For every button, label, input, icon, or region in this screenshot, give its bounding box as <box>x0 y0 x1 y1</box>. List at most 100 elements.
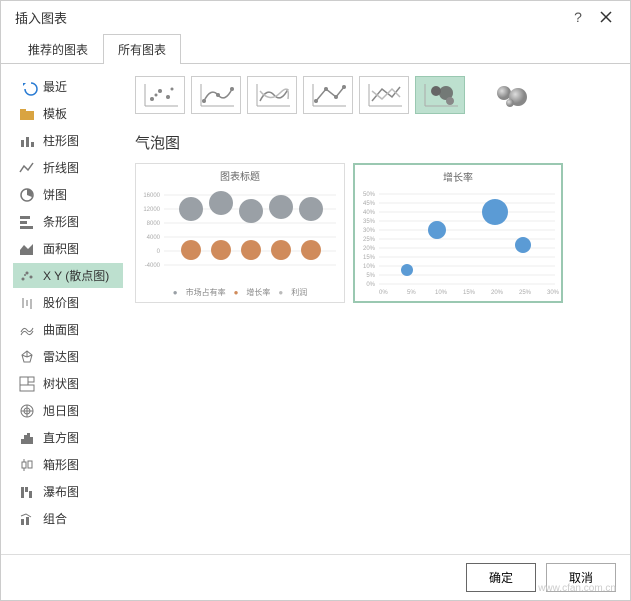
sidebar-item-label: X Y (散点图) <box>43 267 109 284</box>
box-icon <box>19 457 35 473</box>
svg-text:20%: 20% <box>363 246 376 252</box>
radar-icon <box>19 349 35 365</box>
sidebar-item-label: 曲面图 <box>43 321 79 338</box>
chart-category-sidebar: 最近 模板 柱形图 折线图 饼图 条形图 面积图 X Y (散点图) 股价图 曲… <box>13 74 123 544</box>
svg-text:12000: 12000 <box>143 207 160 213</box>
waterfall-icon <box>19 484 35 500</box>
pie-icon <box>19 187 35 203</box>
sidebar-item-area[interactable]: 面积图 <box>13 236 123 261</box>
sidebar-item-label: 面积图 <box>43 240 79 257</box>
tab-all-charts[interactable]: 所有图表 <box>103 34 181 64</box>
close-icon <box>600 11 612 23</box>
surface-icon <box>19 322 35 338</box>
main-panel: 气泡图 图表标题 16000 12000 8000 4000 0 -4000 <box>135 74 618 544</box>
insert-chart-dialog: 插入图表 ? 推荐的图表 所有图表 最近 模板 柱形图 折线图 饼图 条形图 面… <box>0 0 631 601</box>
svg-text:4000: 4000 <box>147 235 161 241</box>
svg-text:20%: 20% <box>491 290 504 296</box>
subtype-scatter-smooth[interactable] <box>247 76 297 114</box>
subtype-scatter-smooth-markers[interactable] <box>191 76 241 114</box>
preview-legend: ●市场占有率●增长率●利润 <box>136 287 344 298</box>
sidebar-item-surface[interactable]: 曲面图 <box>13 317 123 342</box>
chart-type-title: 气泡图 <box>135 128 618 163</box>
histogram-icon <box>19 430 35 446</box>
sidebar-item-stock[interactable]: 股价图 <box>13 290 123 315</box>
svg-text:16000: 16000 <box>143 193 160 199</box>
preview-1[interactable]: 图表标题 16000 12000 8000 4000 0 -4000 <box>135 163 345 303</box>
scatter-icon <box>19 268 35 284</box>
svg-text:30%: 30% <box>547 290 560 296</box>
svg-text:0%: 0% <box>366 282 375 288</box>
sidebar-item-label: 旭日图 <box>43 402 79 419</box>
close-button[interactable] <box>592 3 620 31</box>
content-area: 最近 模板 柱形图 折线图 饼图 条形图 面积图 X Y (散点图) 股价图 曲… <box>1 64 630 554</box>
sidebar-item-label: 直方图 <box>43 429 79 446</box>
sidebar-item-recent[interactable]: 最近 <box>13 74 123 99</box>
tab-bar: 推荐的图表 所有图表 <box>1 33 630 64</box>
svg-text:25%: 25% <box>363 237 376 243</box>
sidebar-item-scatter[interactable]: X Y (散点图) <box>13 263 123 288</box>
cancel-button[interactable]: 取消 <box>546 563 616 592</box>
sidebar-item-box[interactable]: 箱形图 <box>13 452 123 477</box>
titlebar: 插入图表 ? <box>1 1 630 33</box>
sidebar-item-template[interactable]: 模板 <box>13 101 123 126</box>
svg-text:50%: 50% <box>363 192 376 198</box>
sidebar-item-label: 组合 <box>43 510 67 527</box>
subtype-row <box>135 74 618 128</box>
svg-text:5%: 5% <box>366 273 375 279</box>
sidebar-item-sunburst[interactable]: 旭日图 <box>13 398 123 423</box>
preview-chart-icon: 16000 12000 8000 4000 0 -4000 <box>136 187 342 287</box>
help-button[interactable]: ? <box>564 3 592 31</box>
svg-text:0: 0 <box>157 249 161 255</box>
svg-text:5%: 5% <box>407 290 416 296</box>
svg-text:35%: 35% <box>363 219 376 225</box>
subtype-scatter-dots[interactable] <box>135 76 185 114</box>
bar-icon <box>19 214 35 230</box>
tab-recommended[interactable]: 推荐的图表 <box>13 34 103 64</box>
sidebar-item-treemap[interactable]: 树状图 <box>13 371 123 396</box>
sidebar-item-label: 饼图 <box>43 186 67 203</box>
sidebar-item-bar[interactable]: 条形图 <box>13 209 123 234</box>
sidebar-item-label: 模板 <box>43 105 67 122</box>
sidebar-item-label: 箱形图 <box>43 456 79 473</box>
sidebar-item-radar[interactable]: 雷达图 <box>13 344 123 369</box>
sidebar-item-waterfall[interactable]: 瀑布图 <box>13 479 123 504</box>
sidebar-item-label: 雷达图 <box>43 348 79 365</box>
svg-text:10%: 10% <box>363 264 376 270</box>
svg-text:10%: 10% <box>435 290 448 296</box>
folder-icon <box>19 106 35 122</box>
sidebar-item-label: 树状图 <box>43 375 79 392</box>
dialog-footer: 确定 取消 <box>1 554 630 600</box>
sidebar-item-label: 瀑布图 <box>43 483 79 500</box>
ok-button[interactable]: 确定 <box>466 563 536 592</box>
svg-text:45%: 45% <box>363 201 376 207</box>
preview-chart-icon: 50%45%40%35%30%25%20%15%10%5%0% 0%5%10%1… <box>355 188 561 300</box>
treemap-icon <box>19 376 35 392</box>
sidebar-item-line[interactable]: 折线图 <box>13 155 123 180</box>
column-icon <box>19 133 35 149</box>
combo-icon <box>19 511 35 527</box>
sidebar-item-combo[interactable]: 组合 <box>13 506 123 531</box>
svg-text:30%: 30% <box>363 228 376 234</box>
sidebar-item-label: 条形图 <box>43 213 79 230</box>
sidebar-item-histogram[interactable]: 直方图 <box>13 425 123 450</box>
sunburst-icon <box>19 403 35 419</box>
subtype-bubble[interactable] <box>415 76 465 114</box>
subtype-bubble-3d[interactable] <box>485 76 535 114</box>
svg-text:8000: 8000 <box>147 221 161 227</box>
subtype-scatter-straight[interactable] <box>359 76 409 114</box>
preview-title: 图表标题 <box>136 164 344 187</box>
subtype-scatter-straight-markers[interactable] <box>303 76 353 114</box>
undo-icon <box>19 79 35 95</box>
sidebar-item-column[interactable]: 柱形图 <box>13 128 123 153</box>
stock-icon <box>19 295 35 311</box>
sidebar-item-label: 折线图 <box>43 159 79 176</box>
sidebar-item-label: 柱形图 <box>43 132 79 149</box>
sidebar-item-label: 最近 <box>43 78 67 95</box>
svg-text:-4000: -4000 <box>145 263 161 269</box>
preview-2[interactable]: 增长率 50%45%40%35%30%25%20%15%10%5%0% 0%5%… <box>353 163 563 303</box>
area-icon <box>19 241 35 257</box>
sidebar-item-pie[interactable]: 饼图 <box>13 182 123 207</box>
dialog-title: 插入图表 <box>15 8 564 27</box>
sidebar-item-label: 股价图 <box>43 294 79 311</box>
preview-title: 增长率 <box>355 165 561 188</box>
